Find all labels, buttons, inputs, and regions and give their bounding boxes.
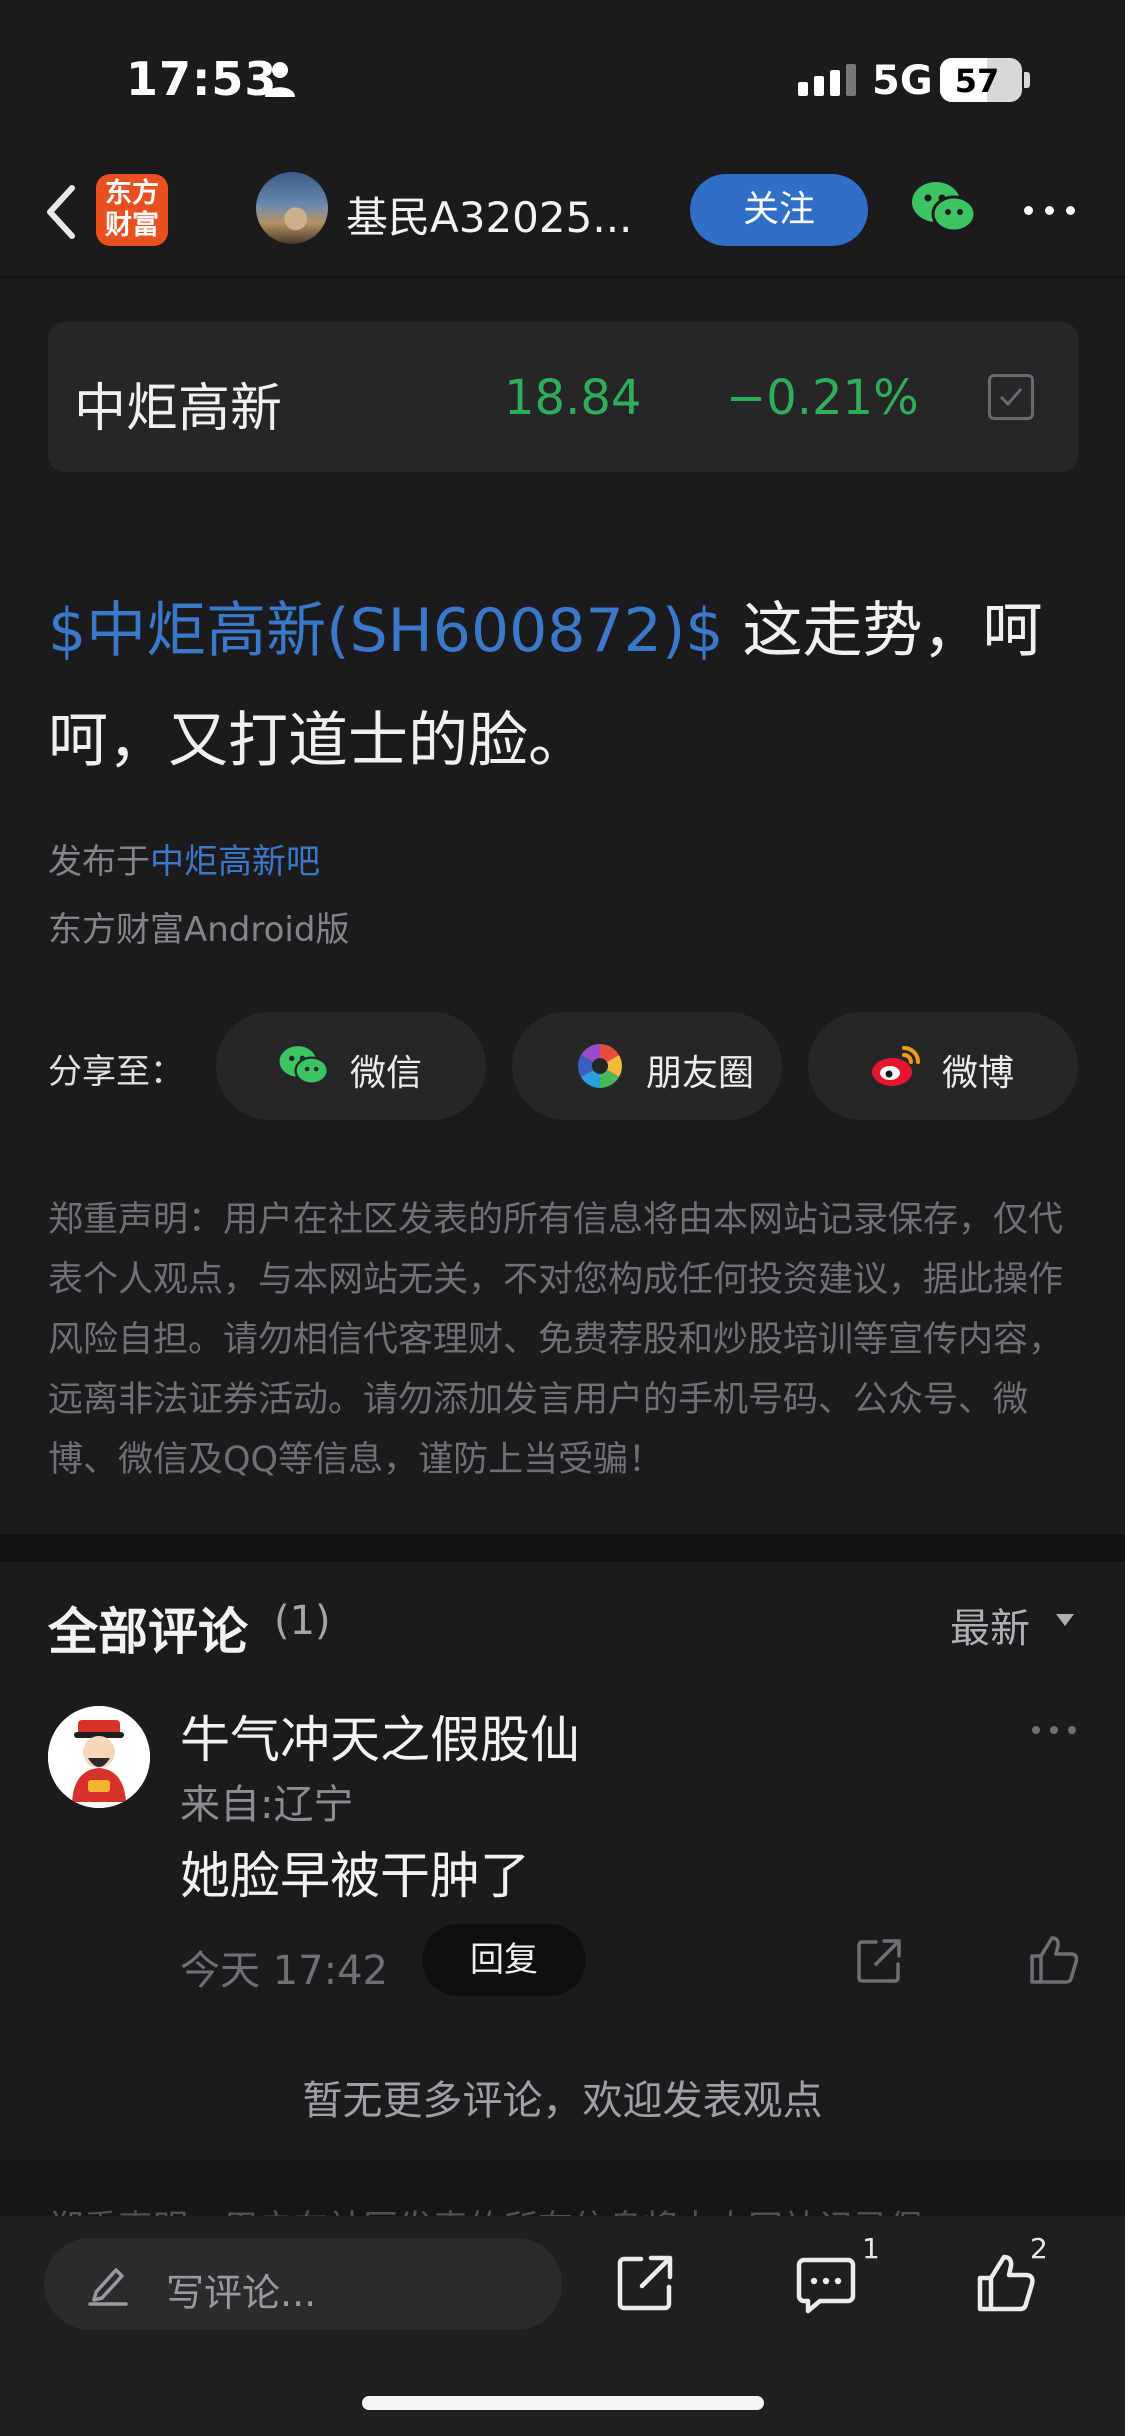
network-type: 5G — [872, 58, 933, 104]
logo-text-line1: 东方 — [105, 178, 159, 209]
battery-percent: 57 — [954, 62, 1000, 100]
like-icon[interactable] — [976, 2252, 1036, 2314]
comment-share-icon[interactable] — [856, 1938, 902, 1984]
status-bar: 17:53 5G 57 — [0, 0, 1125, 150]
post-content: $中炬高新(SH600872)$ 这走势，呵呵，又打道士的脸。 — [48, 576, 1088, 796]
comments-count: (1) — [274, 1598, 331, 1644]
home-indicator[interactable] — [362, 2396, 764, 2410]
published-in: 发布于中炬高新吧 — [48, 834, 320, 883]
section-divider — [0, 1534, 1125, 1562]
commenter-name[interactable]: 牛气冲天之假股仙 — [180, 1700, 580, 1772]
share-wechat-label: 微信 — [350, 1053, 423, 1094]
comment-count-badge: 1 — [862, 2232, 880, 2265]
like-count-badge: 2 — [1030, 2232, 1048, 2265]
client-source: 东方财富Android版 — [48, 910, 350, 950]
comment-text: 她脸早被干肿了 — [180, 1847, 530, 1905]
stock-tag-link[interactable]: $中炬高新(SH600872)$ — [48, 596, 723, 666]
weibo-icon — [872, 1046, 920, 1086]
comment-time: 今天 17:42 — [180, 1948, 388, 1994]
comment-more-icon[interactable] — [1032, 1726, 1076, 1734]
back-icon[interactable] — [38, 180, 88, 244]
more-menu-icon[interactable] — [1024, 206, 1075, 215]
chevron-down-icon[interactable] — [1056, 1614, 1074, 1626]
god-of-wealth-avatar-icon — [48, 1706, 150, 1808]
share-moments-label: 朋友圈 — [646, 1053, 755, 1094]
wechat-icon[interactable] — [910, 178, 978, 238]
no-more-comments: 暂无更多评论，欢迎发表观点 — [302, 2078, 823, 2124]
reply-button[interactable]: 回复 — [422, 1924, 586, 1996]
share-weibo-label: 微博 — [942, 1053, 1015, 1094]
moments-icon — [578, 1044, 622, 1088]
app-logo[interactable]: 东方 财富 — [96, 174, 168, 246]
footer-peek-text: 郑重声明：用户在社区发表的所有信息将由本网站记录保 — [48, 2200, 923, 2216]
write-comment-placeholder: 写评论... — [166, 2271, 317, 2315]
stock-price: 18.84 — [504, 370, 642, 426]
disclaimer-text: 郑重声明：用户在社区发表的所有信息将由本网站记录保存，仅代表个人观点，与本网站无… — [48, 1200, 1064, 1480]
share-moments-button[interactable]: 朋友圈 — [512, 1012, 782, 1120]
author-avatar[interactable] — [256, 172, 328, 244]
battery-tip — [1024, 72, 1030, 88]
check-icon — [999, 388, 1023, 407]
status-time: 17:53 — [126, 52, 278, 106]
share-icon[interactable] — [616, 2254, 674, 2312]
footer-band: 郑重声明：用户在社区发表的所有信息将由本网站记录保 — [0, 2160, 1125, 2216]
stock-card[interactable]: 中炬高新 18.84 −0.21% — [48, 322, 1078, 472]
share-wechat-button[interactable]: 微信 — [216, 1012, 486, 1120]
watchlist-checkbox[interactable] — [988, 374, 1034, 420]
commenter-avatar[interactable] — [48, 1706, 150, 1808]
share-weibo-button[interactable]: 微博 — [808, 1012, 1078, 1120]
battery-icon: 57 — [940, 58, 1022, 102]
nav-bar: 东方 财富 基民A32025... 关注 — [0, 150, 1125, 278]
comments-title: 全部评论 — [48, 1603, 248, 1661]
person-icon — [265, 62, 295, 97]
pen-icon — [88, 2268, 128, 2306]
stock-change: −0.21% — [726, 370, 919, 426]
board-link[interactable]: 中炬高新吧 — [150, 842, 320, 882]
commenter-location: 来自:辽宁 — [180, 1782, 354, 1828]
share-label: 分享至： — [48, 1052, 184, 1092]
signal-icon — [798, 64, 856, 96]
comment-like-icon[interactable] — [1028, 1934, 1080, 1986]
comment-icon[interactable] — [796, 2256, 856, 2314]
follow-button[interactable]: 关注 — [690, 174, 868, 246]
author-name[interactable]: 基民A32025... — [346, 184, 632, 245]
stock-name: 中炬高新 — [74, 379, 283, 439]
sort-dropdown[interactable]: 最新 — [950, 1596, 1030, 1654]
wechat-icon — [279, 1046, 329, 1085]
logo-text-line2: 财富 — [105, 210, 159, 241]
published-prefix: 发布于 — [48, 842, 150, 882]
write-comment-input[interactable]: 写评论... — [44, 2238, 562, 2330]
